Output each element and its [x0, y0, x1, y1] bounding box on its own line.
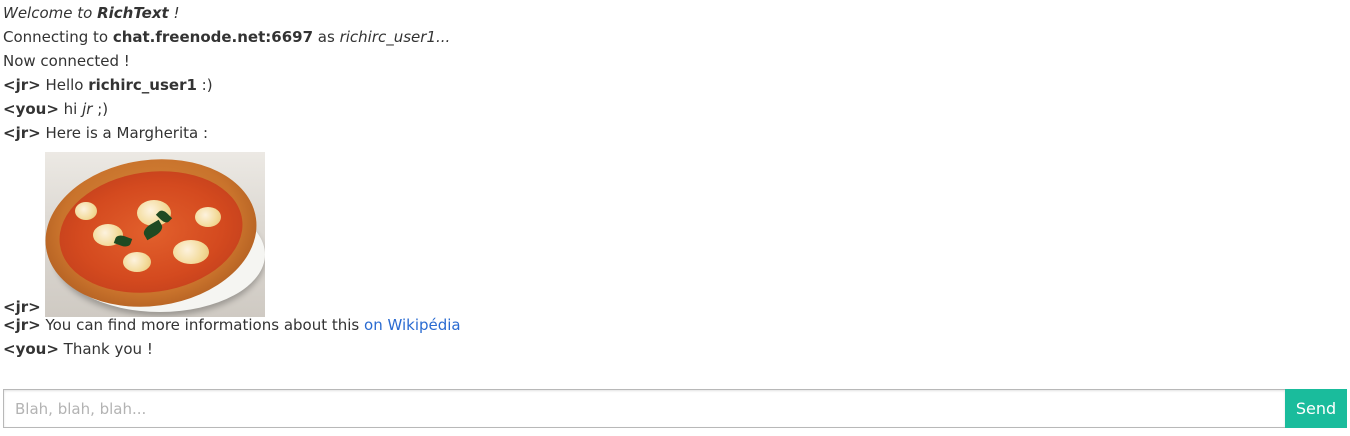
message-text: hi [58, 100, 83, 118]
chat-message: <jr> You can find more informations abou… [3, 316, 1343, 340]
wikipedia-link[interactable]: on Wikipédia [364, 316, 461, 334]
send-button[interactable]: Send [1285, 389, 1347, 428]
message-input[interactable] [3, 389, 1285, 428]
username: richirc_user1 [339, 28, 436, 46]
connecting-username: richirc_user1... [340, 28, 451, 46]
mozzarella-shape [194, 207, 221, 227]
message-text: You can find more informations about thi… [40, 316, 365, 334]
mozzarella-shape [74, 202, 97, 220]
system-message-connecting: Connecting to chat.freenode.net:6697 as … [3, 28, 1343, 52]
message-text-end: :) [196, 76, 213, 94]
chat-message: <jr> Here is a Margherita : [3, 124, 1343, 148]
message-nick: <jr> [3, 298, 41, 316]
message-nick: <jr> [3, 76, 41, 94]
message-text: Here is a Margherita : [40, 124, 209, 142]
message-composer: Send [3, 389, 1347, 428]
welcome-suffix: ! [168, 4, 180, 22]
message-nick: <you> [3, 100, 59, 118]
chat-message-image: <jr> [3, 148, 1343, 317]
margherita-pizza-image[interactable] [44, 152, 265, 317]
message-text: Hello [40, 76, 89, 94]
chat-log: Welcome to RichText ! Connecting to chat… [3, 4, 1343, 364]
welcome-prefix: Welcome to [3, 4, 98, 22]
message-nick: <jr> [3, 316, 41, 334]
message-text: Thank you ! [58, 340, 153, 358]
chat-message: <jr> Hello richirc_user1 :) [3, 76, 1343, 100]
connecting-suffix: ... [436, 28, 451, 46]
app-name: RichText [97, 4, 169, 22]
message-mention: richirc_user1 [88, 76, 197, 94]
server-address: chat.freenode.net:6697 [112, 28, 314, 46]
mozzarella-shape [172, 240, 209, 264]
message-text-end: ;) [92, 100, 109, 118]
system-message-welcome: Welcome to RichText ! [3, 4, 1343, 28]
chat-message: <you> Thank you ! [3, 340, 1343, 364]
chat-message: <you> hi jr ;) [3, 100, 1343, 124]
message-nick: <you> [3, 340, 59, 358]
mozzarella-shape [122, 252, 151, 272]
message-italic: jr [82, 100, 93, 118]
connecting-middle: as [313, 28, 340, 46]
connected-text: Now connected ! [3, 52, 130, 70]
connecting-prefix: Connecting to [3, 28, 113, 46]
message-nick: <jr> [3, 124, 41, 142]
system-message-connected: Now connected ! [3, 52, 1343, 76]
